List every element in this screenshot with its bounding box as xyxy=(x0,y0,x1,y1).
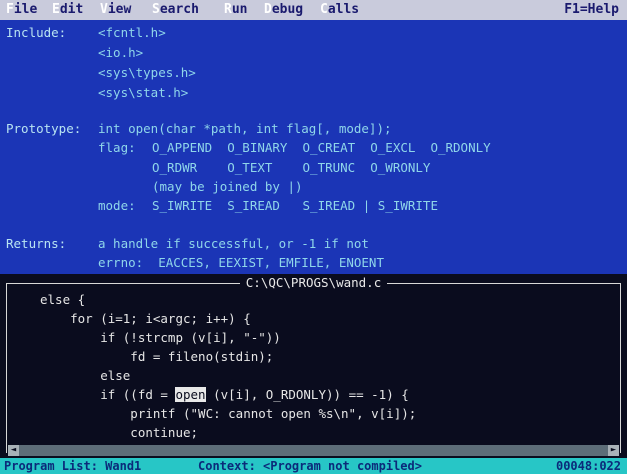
include-io: <io.h> xyxy=(98,45,144,60)
scroll-right-arrow-icon[interactable]: ► xyxy=(608,445,619,456)
menu-view[interactable]: View xyxy=(100,0,131,20)
code-line: for (i=1; i<argc; i++) { xyxy=(40,311,251,326)
include-label: Include: xyxy=(6,25,67,40)
include-types: <sys\types.h> xyxy=(98,65,196,80)
editor-filename: C:\QC\PROGS\wand.c xyxy=(239,275,388,290)
errno-text: errno: EACCES, EEXIST, EMFILE, ENOENT xyxy=(98,255,384,270)
flag-note: (may be joined by |) xyxy=(152,179,303,194)
code-line: else xyxy=(40,368,131,383)
code-line-selected: if ((fd = open (v[i], O_RDONLY)) == -1) … xyxy=(40,387,409,402)
menu-search[interactable]: Search xyxy=(152,0,199,20)
menu-edit[interactable]: Edit xyxy=(52,0,83,20)
editor-border-right xyxy=(620,283,621,453)
program-list-status: Program List: Wand1 xyxy=(4,459,142,473)
include-stat: <sys\stat.h> xyxy=(98,85,189,100)
help-key[interactable]: F1=Help xyxy=(564,0,619,20)
include-fcntl: <fcntl.h> xyxy=(98,25,166,40)
help-panel: Include: <fcntl.h> <io.h> <sys\types.h> … xyxy=(0,20,627,274)
returns-label: Returns: xyxy=(6,236,67,251)
cursor-position: 00048:022 xyxy=(555,459,621,473)
flag-values-2: O_RDWR O_TEXT O_TRUNC O_WRONLY xyxy=(152,160,431,175)
prototype-label: Prototype: xyxy=(6,121,82,136)
status-bar: Program List: Wand1 Context: <Program no… xyxy=(0,458,627,474)
flag-values-1: O_APPEND O_BINARY O_CREAT O_EXCL O_RDONL… xyxy=(152,140,491,155)
code-line: continue; xyxy=(40,425,199,440)
code-line: if (!strcmp (v[i], "-")) xyxy=(40,330,281,345)
selected-word[interactable]: open xyxy=(175,387,206,402)
code-line: printf ("WC: cannot open %s\n", v[i]); xyxy=(40,406,417,421)
editor-title: C:\QC\PROGS\wand.c xyxy=(0,275,627,291)
editor-border-left xyxy=(6,283,7,453)
code-line: else { xyxy=(40,292,86,307)
mode-label: mode: xyxy=(98,198,136,213)
horizontal-scrollbar[interactable]: ◄ ► xyxy=(8,445,619,456)
returns-text: a handle if successful, or -1 if not xyxy=(98,236,369,251)
flag-label: flag: xyxy=(98,140,136,155)
scroll-left-arrow-icon[interactable]: ◄ xyxy=(8,445,19,456)
editor-window[interactable]: C:\QC\PROGS\wand.c else { for (i=1; i<ar… xyxy=(0,274,627,458)
code-line: fd = fileno(stdin); xyxy=(40,349,274,364)
mode-values: S_IWRITE S_IREAD S_IREAD | S_IWRITE xyxy=(152,198,438,213)
context-status: Context: <Program not compiled> xyxy=(198,459,422,473)
menu-file[interactable]: File xyxy=(6,0,37,20)
prototype-signature: int open(char *path, int flag[, mode]); xyxy=(98,121,392,136)
menu-debug[interactable]: Debug xyxy=(264,0,303,20)
menu-calls[interactable]: Calls xyxy=(320,0,359,20)
menu-run[interactable]: Run xyxy=(224,0,247,20)
menu-bar: File Edit View Search Run Debug Calls F1… xyxy=(0,0,627,20)
